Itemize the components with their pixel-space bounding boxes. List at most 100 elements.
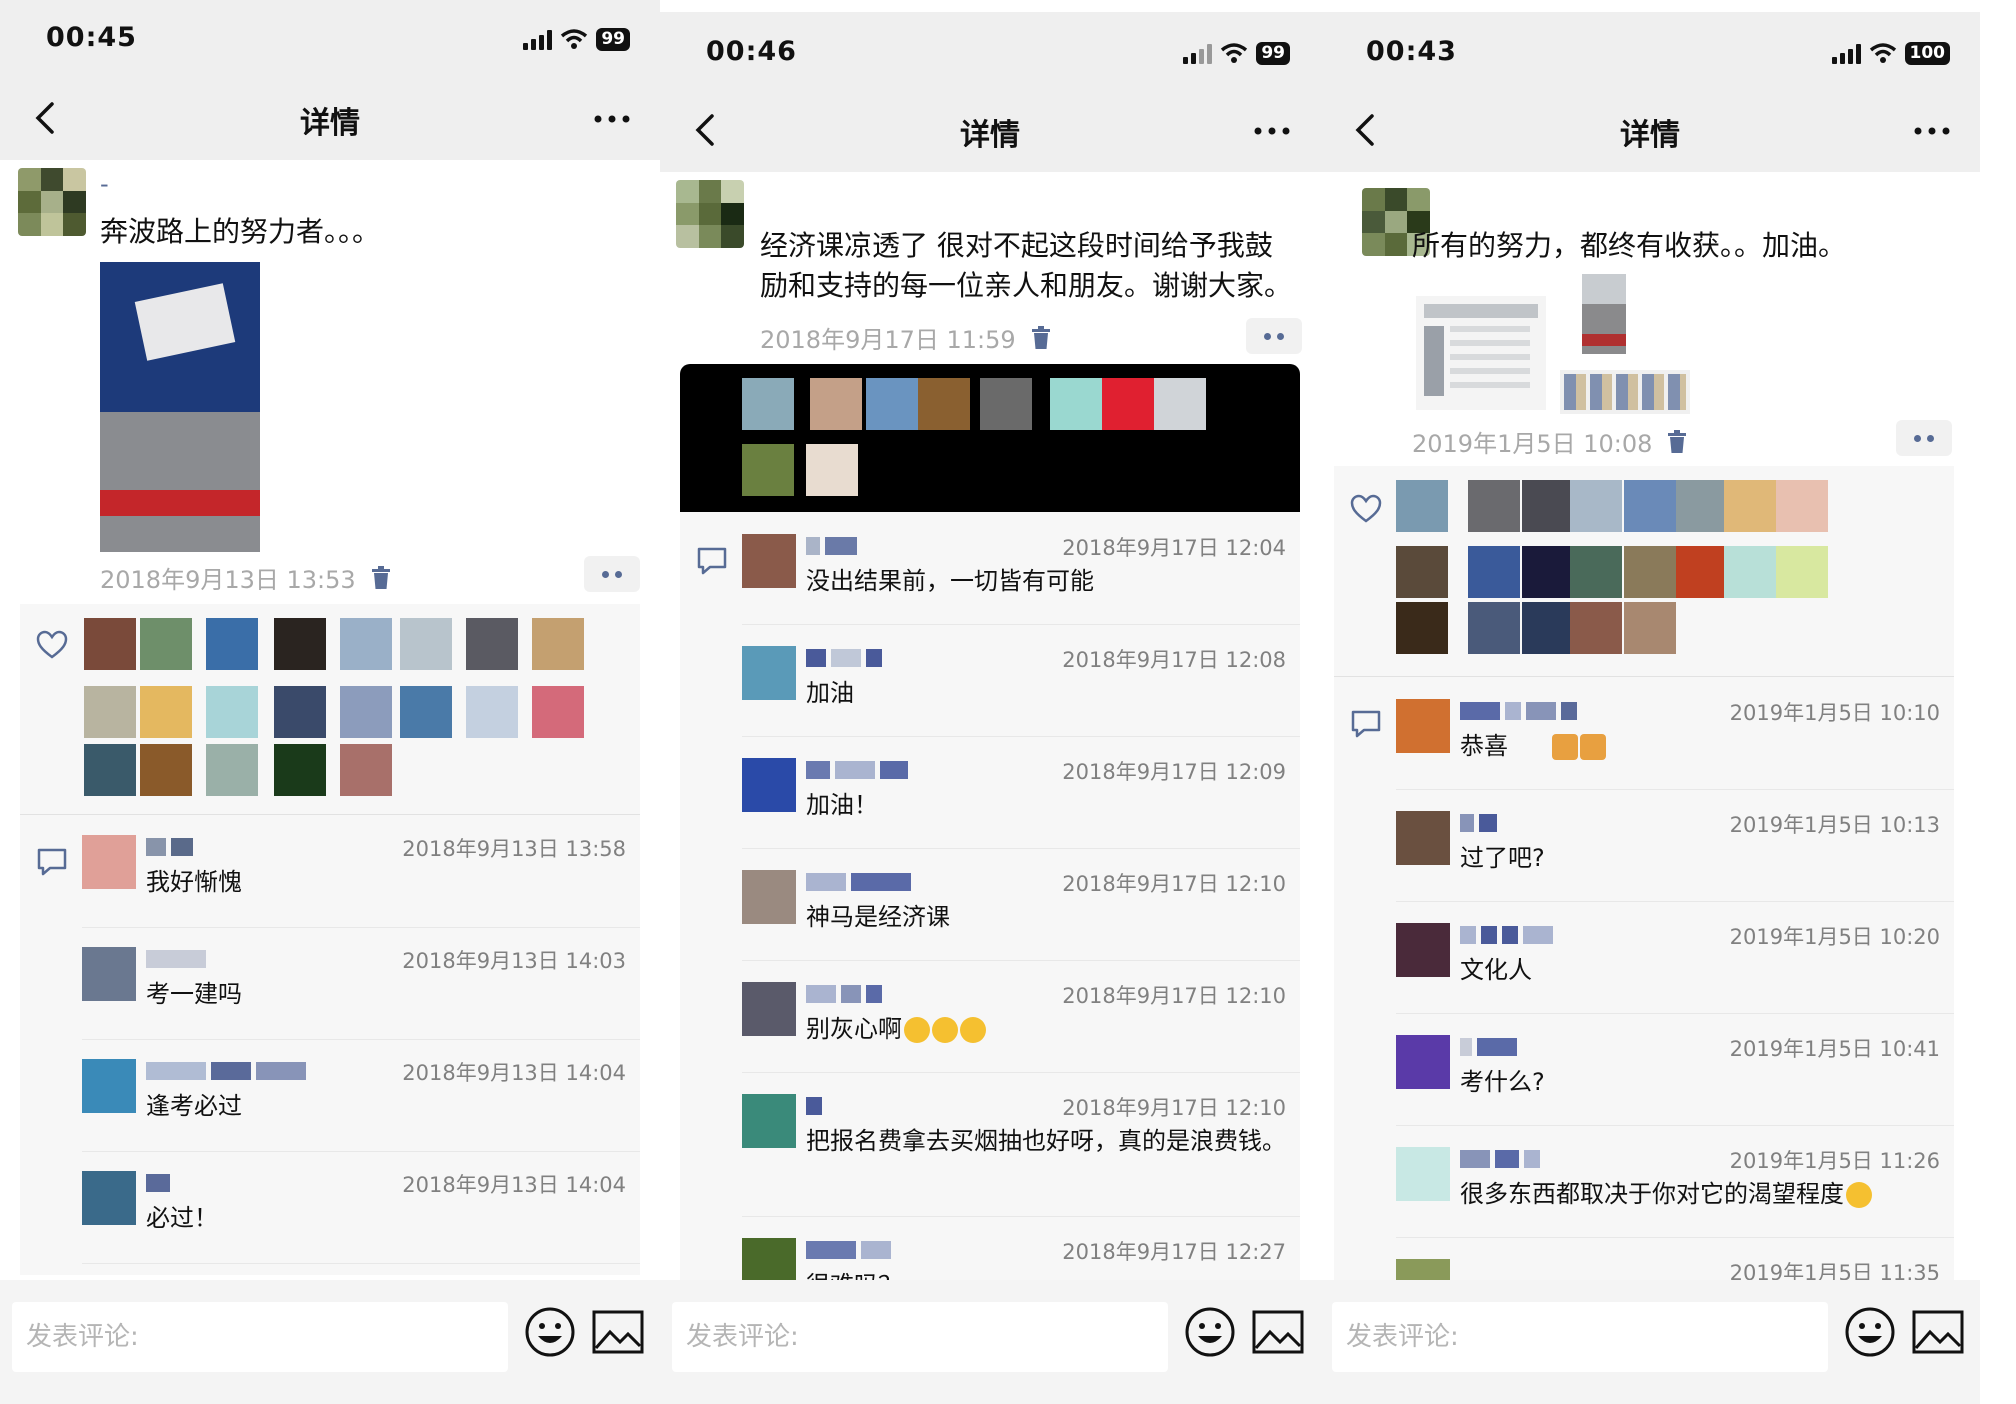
commenter-avatar[interactable]: [742, 646, 796, 700]
trash-icon[interactable]: [1030, 325, 1052, 350]
liker-avatar[interactable]: [1050, 378, 1102, 430]
liker-avatar[interactable]: [206, 744, 258, 796]
liker-avatar[interactable]: [1570, 546, 1622, 598]
more-dots-icon[interactable]: [592, 104, 632, 134]
commenter-avatar[interactable]: [1396, 1147, 1450, 1201]
commenter-name[interactable]: [1460, 1035, 1517, 1059]
liker-avatar[interactable]: [1396, 602, 1448, 654]
liker-avatar[interactable]: [84, 618, 136, 670]
liker-avatar[interactable]: [918, 378, 970, 430]
post-image-2[interactable]: [1582, 274, 1626, 354]
commenter-avatar[interactable]: [1396, 923, 1450, 977]
liker-avatar[interactable]: [206, 618, 258, 670]
liker-avatar[interactable]: [1522, 602, 1574, 654]
liker-avatar[interactable]: [532, 618, 584, 670]
liker-avatar[interactable]: [84, 686, 136, 738]
commenter-name[interactable]: [1460, 811, 1497, 835]
liker-avatar[interactable]: [1676, 546, 1728, 598]
liker-avatar[interactable]: [1102, 378, 1154, 430]
liker-avatar[interactable]: [1624, 480, 1676, 532]
comment-input[interactable]: 发表评论:: [1332, 1302, 1828, 1372]
comment-input[interactable]: 发表评论:: [12, 1302, 508, 1372]
commenter-name[interactable]: [146, 835, 193, 859]
commenter-avatar[interactable]: [82, 1171, 136, 1225]
comment-item[interactable]: 2019年1月5日 10:20 文化人: [1396, 909, 1954, 1014]
liker-avatar[interactable]: [140, 618, 192, 670]
commenter-name[interactable]: [806, 758, 908, 782]
commenter-avatar[interactable]: [742, 982, 796, 1036]
more-dots-icon[interactable]: [1912, 116, 1952, 146]
commenter-name[interactable]: [806, 1238, 891, 1262]
commenter-avatar[interactable]: [742, 534, 796, 588]
more-action-button[interactable]: [584, 556, 640, 592]
comment-item[interactable]: 2018年9月17日 12:04 没出结果前，一切皆有可能: [742, 520, 1300, 625]
liker-avatar[interactable]: [466, 618, 518, 670]
liker-avatar[interactable]: [466, 686, 518, 738]
liker-avatar[interactable]: [1570, 602, 1622, 654]
liker-avatar[interactable]: [1468, 480, 1520, 532]
comment-item[interactable]: 2018年9月13日 14:03 考一建吗: [82, 933, 640, 1040]
liker-avatar[interactable]: [810, 378, 862, 430]
liker-avatar[interactable]: [806, 444, 858, 496]
commenter-avatar[interactable]: [742, 758, 796, 812]
commenter-name[interactable]: [806, 534, 857, 558]
emoji-icon[interactable]: [1184, 1306, 1236, 1358]
commenter-avatar[interactable]: [1396, 811, 1450, 865]
commenter-name[interactable]: [1460, 1147, 1540, 1171]
commenter-avatar[interactable]: [82, 835, 136, 889]
comment-item[interactable]: 2019年1月5日 10:10 恭喜: [1396, 685, 1954, 790]
liker-avatar[interactable]: [400, 618, 452, 670]
liker-avatar[interactable]: [1154, 378, 1206, 430]
commenter-avatar[interactable]: [1396, 699, 1450, 753]
more-action-button[interactable]: [1246, 318, 1302, 354]
commenter-avatar[interactable]: [742, 870, 796, 924]
liker-avatar[interactable]: [1570, 480, 1622, 532]
image-icon[interactable]: [592, 1310, 644, 1354]
more-action-button[interactable]: [1896, 420, 1952, 456]
liker-avatar[interactable]: [532, 686, 584, 738]
liker-avatar[interactable]: [84, 744, 136, 796]
emoji-icon[interactable]: [524, 1306, 576, 1358]
liker-avatar[interactable]: [274, 618, 326, 670]
liker-avatar[interactable]: [1676, 480, 1728, 532]
liker-avatar[interactable]: [1724, 546, 1776, 598]
comment-item[interactable]: 2018年9月13日 14:04 必过！: [82, 1157, 640, 1264]
comment-item[interactable]: 2018年9月17日 12:09 加油！: [742, 744, 1300, 849]
trash-icon[interactable]: [370, 565, 392, 590]
post-author-name[interactable]: -: [100, 170, 109, 198]
liker-avatar[interactable]: [340, 686, 392, 738]
liker-avatar[interactable]: [1396, 546, 1448, 598]
comment-item[interactable]: 2019年1月5日 11:26 很多东西都取决于你对它的渴望程度: [1396, 1133, 1954, 1238]
liker-avatar[interactable]: [1776, 480, 1828, 532]
post-photo[interactable]: [100, 262, 260, 552]
post-avatar[interactable]: [676, 180, 744, 248]
commenter-name[interactable]: [146, 1059, 306, 1083]
commenter-name[interactable]: [806, 870, 911, 894]
post-image-1[interactable]: [1416, 296, 1546, 410]
comment-item[interactable]: 2018年9月17日 12:10 把报名费拿去买烟抽也好呀，真的是浪费钱。: [742, 1080, 1300, 1217]
comment-item[interactable]: 2018年9月13日 14:04 逢考必过: [82, 1045, 640, 1152]
liker-avatar[interactable]: [1522, 480, 1574, 532]
commenter-name[interactable]: [146, 1171, 170, 1195]
liker-avatar[interactable]: [980, 378, 1032, 430]
liker-avatar[interactable]: [1468, 546, 1520, 598]
comment-item[interactable]: 2018年9月13日 13:58 我好惭愧: [82, 821, 640, 928]
comment-item[interactable]: 2018年9月17日 12:08 加油: [742, 632, 1300, 737]
liker-avatar[interactable]: [742, 444, 794, 496]
commenter-name[interactable]: [806, 982, 882, 1006]
comment-input[interactable]: 发表评论:: [672, 1302, 1168, 1372]
commenter-name[interactable]: [806, 646, 882, 670]
commenter-name[interactable]: [1460, 923, 1553, 947]
commenter-name[interactable]: [806, 1094, 822, 1118]
comment-item[interactable]: 2018年9月17日 12:10 别灰心啊: [742, 968, 1300, 1073]
liker-avatar[interactable]: [140, 744, 192, 796]
liker-avatar[interactable]: [1624, 546, 1676, 598]
trash-icon[interactable]: [1666, 429, 1688, 454]
liker-avatar[interactable]: [1724, 480, 1776, 532]
liker-avatar[interactable]: [1468, 602, 1520, 654]
liker-avatar[interactable]: [340, 744, 392, 796]
commenter-avatar[interactable]: [82, 1059, 136, 1113]
commenter-avatar[interactable]: [742, 1094, 796, 1148]
comment-item[interactable]: 2018年9月17日 12:10 神马是经济课: [742, 856, 1300, 961]
liker-avatar[interactable]: [1776, 546, 1828, 598]
